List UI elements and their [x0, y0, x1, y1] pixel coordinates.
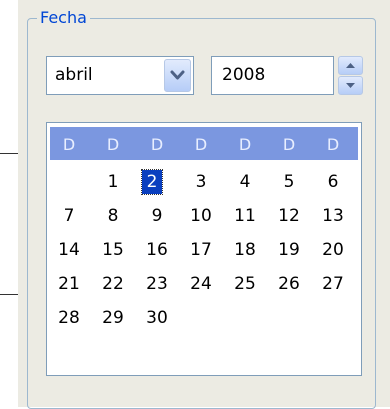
- weekday-header: D: [238, 135, 252, 154]
- calendar-day[interactable]: 10: [186, 204, 216, 228]
- weekday-header: D: [150, 135, 164, 154]
- calendar-day[interactable]: 26: [274, 272, 304, 296]
- calendar-day[interactable]: 16: [142, 238, 172, 262]
- month-calendar: D D D D D D D 1 2 3 4 5 6 7 8 9 10 11 12…: [46, 122, 362, 376]
- calendar-day[interactable]: 1: [98, 170, 128, 194]
- weekday-header: D: [194, 135, 208, 154]
- calendar-day[interactable]: 25: [230, 272, 260, 296]
- calendar-day[interactable]: 8: [98, 204, 128, 228]
- calendar-day[interactable]: 9: [142, 204, 172, 228]
- calendar-day[interactable]: 28: [54, 306, 84, 330]
- arrow-down-icon: [346, 83, 355, 88]
- year-value: 2008: [222, 65, 266, 85]
- calendar-day[interactable]: 13: [318, 204, 348, 228]
- weekday-header: D: [106, 135, 120, 154]
- calendar-day[interactable]: 24: [186, 272, 216, 296]
- calendar-day[interactable]: 23: [142, 272, 172, 296]
- calendar-day[interactable]: 30: [142, 306, 172, 330]
- year-spinner: [338, 56, 363, 95]
- calendar-day[interactable]: 3: [186, 170, 216, 194]
- calendar-day[interactable]: 7: [54, 204, 84, 228]
- date-panel: Fecha abril 2008 D D D D D D D 1 2 3 4 5…: [18, 0, 390, 409]
- calendar-day-selected[interactable]: 2: [141, 169, 163, 195]
- weekday-header-bar: D D D D D D D: [50, 127, 358, 160]
- weekday-header: D: [62, 135, 76, 154]
- calendar-day[interactable]: 21: [54, 272, 84, 296]
- year-input[interactable]: 2008: [211, 56, 334, 95]
- groupbox-title: Fecha: [37, 8, 90, 28]
- calendar-day[interactable]: 19: [274, 238, 304, 262]
- calendar-day[interactable]: 6: [318, 170, 348, 194]
- calendar-day[interactable]: 17: [186, 238, 216, 262]
- calendar-day[interactable]: 29: [98, 306, 128, 330]
- chevron-down-icon: [170, 70, 185, 80]
- calendar-day[interactable]: 11: [230, 204, 260, 228]
- month-value: abril: [55, 65, 93, 85]
- calendar-day[interactable]: 5: [274, 170, 304, 194]
- calendar-day[interactable]: 27: [318, 272, 348, 296]
- weekday-header: D: [326, 135, 340, 154]
- month-dropdown-button[interactable]: [164, 59, 191, 92]
- calendar-day[interactable]: 12: [274, 204, 304, 228]
- calendar-day[interactable]: 18: [230, 238, 260, 262]
- year-up-button[interactable]: [338, 56, 363, 75]
- calendar-day[interactable]: 15: [98, 238, 128, 262]
- calendar-day[interactable]: 4: [230, 170, 260, 194]
- calendar-day[interactable]: 14: [54, 238, 84, 262]
- month-dropdown[interactable]: abril: [46, 56, 194, 95]
- calendar-day[interactable]: 20: [318, 238, 348, 262]
- arrow-up-icon: [346, 63, 355, 68]
- year-down-button[interactable]: [338, 76, 363, 95]
- weekday-header: D: [282, 135, 296, 154]
- calendar-day[interactable]: 22: [98, 272, 128, 296]
